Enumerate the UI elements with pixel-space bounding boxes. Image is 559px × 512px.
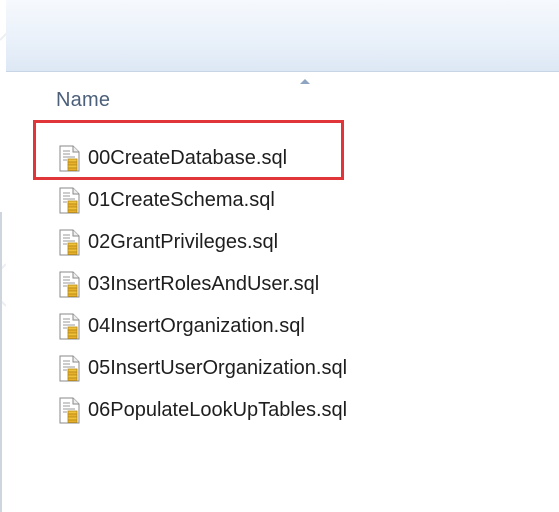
window-left-border xyxy=(0,212,2,512)
sql-file-icon xyxy=(59,397,80,423)
file-item-01-create-schema[interactable]: 01CreateSchema.sql xyxy=(58,179,347,221)
explorer-window: Name 00CreateDatabase.sql 01CreateSchema… xyxy=(6,0,559,512)
file-item-02-grant-privileges[interactable]: 02GrantPrivileges.sql xyxy=(58,221,347,263)
sql-file-icon xyxy=(59,229,80,255)
file-item-03-insert-roles-and-user[interactable]: 03InsertRolesAndUser.sql xyxy=(58,263,347,305)
file-list: 00CreateDatabase.sql 01CreateSchema.sql xyxy=(58,137,347,431)
file-item-05-insert-user-organization[interactable]: 05InsertUserOrganization.sql xyxy=(58,347,347,389)
sql-file-icon xyxy=(59,145,80,171)
file-item-06-populate-lookup-tables[interactable]: 06PopulateLookUpTables.sql xyxy=(58,389,347,431)
file-item-04-insert-organization[interactable]: 04InsertOrganization.sql xyxy=(58,305,347,347)
screenshot-frame: Name 00CreateDatabase.sql 01CreateSchema… xyxy=(0,0,559,512)
file-item-00-create-database[interactable]: 00CreateDatabase.sql xyxy=(58,137,347,179)
file-name: 02GrantPrivileges.sql xyxy=(88,230,279,253)
file-name: 05InsertUserOrganization.sql xyxy=(88,356,348,379)
file-name: 03InsertRolesAndUser.sql xyxy=(88,272,320,295)
file-name: 01CreateSchema.sql xyxy=(88,188,275,211)
sql-file-icon xyxy=(59,313,80,339)
sql-file-icon xyxy=(59,355,80,381)
sql-file-icon xyxy=(59,187,80,213)
sql-file-icon xyxy=(59,271,80,297)
column-header-name[interactable]: Name xyxy=(56,89,110,112)
explorer-toolbar xyxy=(6,0,559,72)
file-name: 00CreateDatabase.sql xyxy=(88,146,288,169)
file-name: 04InsertOrganization.sql xyxy=(88,314,305,337)
sort-ascending-icon[interactable] xyxy=(300,79,310,84)
file-name: 06PopulateLookUpTables.sql xyxy=(88,398,348,421)
